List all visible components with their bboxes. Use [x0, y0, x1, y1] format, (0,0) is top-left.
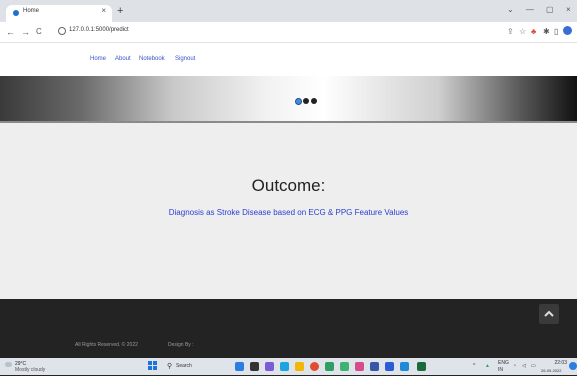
app-icon-6[interactable] [417, 362, 426, 371]
site-nav: Home About Notebook Signout [0, 43, 577, 76]
taskview-icon[interactable] [235, 362, 244, 371]
weather-desc: Mostly cloudy [15, 367, 46, 373]
clock-time: 22:03 [554, 360, 567, 366]
windows-logo-icon [148, 361, 152, 365]
battery-icon[interactable]: ▭ [531, 363, 536, 370]
back-button[interactable]: ← [6, 26, 15, 38]
minimize-button[interactable]: — [526, 5, 534, 15]
app-icon-4[interactable] [370, 362, 379, 371]
chevron-up-icon [544, 310, 554, 317]
volume-icon[interactable]: ◁ [522, 363, 526, 370]
nav-link-home[interactable]: Home [90, 56, 106, 62]
web-page: Home About Notebook Signout Outcome: Dia… [0, 43, 577, 376]
divider [0, 121, 577, 123]
language-region: IN [498, 367, 503, 373]
reload-button[interactable]: C [36, 26, 42, 38]
file-explorer-icon[interactable] [295, 362, 304, 371]
address-bar-row: ← → C 127.0.0.1:5000/predict ⇪ ☆ ♣ ✱ ▯ ⋮ [0, 22, 577, 43]
nav-link-notebook[interactable]: Notebook [139, 56, 165, 62]
windows-logo-pane [148, 366, 152, 370]
notification-icon[interactable] [569, 362, 577, 370]
extensions-puzzle-icon[interactable]: ✱ [543, 27, 550, 37]
new-tab-button[interactable]: + [117, 5, 123, 17]
bookmark-star-icon[interactable]: ☆ [519, 27, 526, 37]
browser-tab-bar: Home × + ⌄ — ▢ × [0, 0, 577, 22]
edge-icon[interactable] [280, 362, 289, 371]
carousel-dot-1[interactable] [295, 98, 302, 105]
back-to-top-button[interactable] [539, 304, 559, 324]
teams-icon[interactable] [265, 362, 274, 371]
url-text: 127.0.0.1:5000/predict [69, 27, 129, 33]
tray-chevron-icon[interactable]: ^ [473, 363, 475, 370]
carousel-dot-2[interactable] [303, 98, 309, 104]
wifi-icon[interactable]: ◔ [513, 363, 516, 370]
site-info-icon[interactable] [58, 27, 66, 35]
widgets-icon[interactable] [250, 362, 259, 371]
taskbar-search[interactable]: ⚲ Search [165, 360, 210, 372]
tray-app-icon[interactable]: ▲ [485, 363, 490, 370]
hero-banner [0, 76, 577, 121]
nav-link-about[interactable]: About [115, 56, 131, 62]
weather-cloud-icon [5, 362, 12, 367]
search-label: Search [176, 363, 192, 369]
carousel-dot-3[interactable] [311, 98, 317, 104]
app-icon-1[interactable] [325, 362, 334, 371]
vscode-icon[interactable] [400, 362, 409, 371]
app-icon-5[interactable] [385, 362, 394, 371]
chrome-icon[interactable] [310, 362, 319, 371]
clock[interactable]: 22:03 26-09-2022 [541, 360, 567, 374]
diagnosis-result: Diagnosis as Stroke Disease based on ECG… [168, 208, 409, 217]
tab-title: Home [23, 8, 40, 14]
tab-search-chevron-icon[interactable]: ⌄ [507, 5, 514, 15]
windows-taskbar: 29°C Mostly cloudy ⚲ Search ^ ▲ ENG IN ◔… [0, 358, 577, 375]
windows-logo-pane [153, 361, 157, 365]
footer-copyright: All Rights Reserved. © 2022 [75, 342, 138, 348]
clock-date: 26-09-2022 [541, 368, 562, 373]
carousel-indicators [295, 98, 325, 106]
outcome-heading: Outcome: [251, 176, 326, 195]
favicon-icon [13, 10, 19, 16]
language-code: ENG [498, 360, 509, 366]
maximize-button[interactable]: ▢ [546, 5, 554, 15]
app-icon-3[interactable] [355, 362, 364, 371]
windows-logo-pane [153, 366, 157, 370]
forward-button[interactable]: → [21, 26, 30, 38]
app-icon-2[interactable] [340, 362, 349, 371]
search-icon: ⚲ [167, 363, 173, 370]
language-indicator[interactable]: ENG IN [498, 360, 509, 374]
start-button[interactable] [148, 361, 158, 371]
profile-avatar[interactable] [563, 26, 572, 35]
share-icon[interactable]: ⇪ [507, 27, 514, 37]
browser-tab[interactable]: Home × [6, 5, 112, 22]
side-panel-icon[interactable]: ▯ [554, 27, 558, 37]
url-field[interactable]: 127.0.0.1:5000/predict [55, 25, 517, 39]
nav-link-signout[interactable]: Signout [175, 56, 195, 62]
footer-design-by: Design By : [168, 342, 194, 348]
extension-icon[interactable]: ♣ [531, 27, 536, 37]
close-window-button[interactable]: × [566, 5, 571, 15]
tab-close-icon[interactable]: × [101, 6, 106, 15]
